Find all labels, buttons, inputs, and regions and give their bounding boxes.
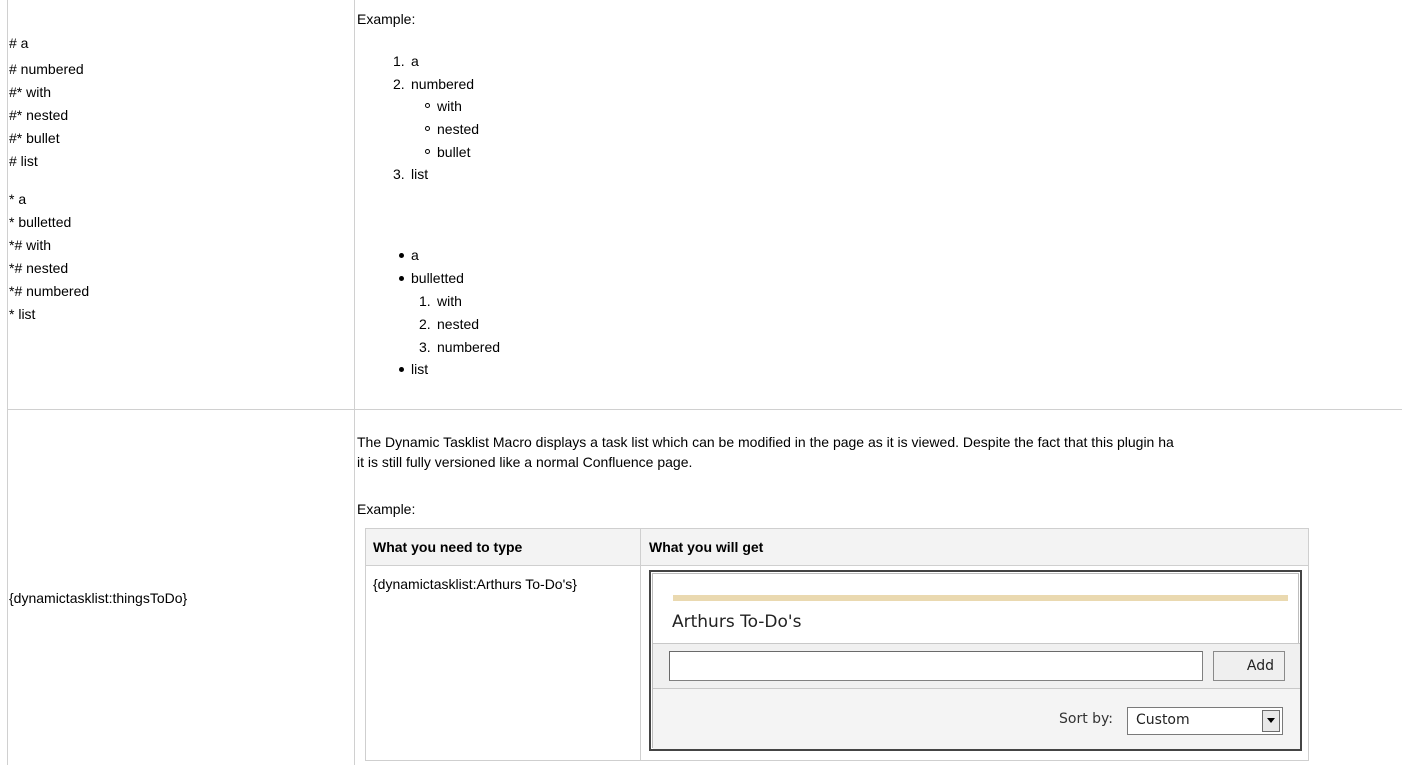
column-header: What you need to type [373,539,523,555]
markup-line: #* nested [9,107,69,123]
list-item: a [411,53,419,69]
markup-line: # a [9,35,29,51]
tasklist-header-bar [673,595,1288,601]
markup-line: * list [9,306,36,322]
markup-line: *# numbered [9,283,90,299]
list-number: 3. [393,166,405,182]
bullet-icon [399,253,404,258]
list-number: 2. [393,76,405,92]
row2-markup: {dynamictasklist:thingsToDo} [9,590,188,606]
markup-line: * bulletted [9,214,72,230]
list-item: bulletted [411,270,464,286]
tasklist-title: Arthurs To-Do's [672,612,802,632]
example-table-column-divider [640,529,641,760]
tasklist-widget: Arthurs To-Do's Add Sort by: Custom [649,570,1302,751]
list-number: 3. [419,339,431,355]
markup-line: *# with [9,237,52,253]
markup-line: # numbered [9,61,84,77]
list-number: 2. [419,316,431,332]
list-item: list [411,361,429,377]
tasklist-panel: Arthurs To-Do's Add Sort by: Custom [652,573,1300,749]
example-label: Example: [357,501,416,517]
column-header: What you will get [649,539,764,555]
markup-line: #* bullet [9,130,60,146]
column-divider [354,0,355,765]
dropdown-arrow-button[interactable] [1262,710,1280,732]
sort-selected-value: Custom [1136,712,1190,728]
list-item: numbered [437,339,501,355]
circle-bullet-icon [425,103,430,108]
markup-line: * a [9,191,27,207]
list-item: with [437,293,462,309]
list-item: nested [437,316,480,332]
list-number: 1. [393,53,405,69]
markup-line: # list [9,153,38,169]
list-item: bullet [437,144,471,160]
add-task-button[interactable]: Add [1213,651,1285,681]
list-item: numbered [411,76,475,92]
circle-bullet-icon [425,149,430,154]
row-divider [7,409,1402,410]
example-label: Example: [357,11,416,27]
bullet-icon [399,276,404,281]
sort-select[interactable]: Custom [1127,707,1283,735]
new-task-input[interactable] [669,651,1203,681]
bullet-icon [399,367,404,372]
description-text: The Dynamic Tasklist Macro displays a ta… [357,434,1174,450]
list-item: with [437,98,462,114]
list-item: a [411,247,419,263]
markup-line: #* with [9,84,52,100]
list-item: nested [437,121,480,137]
list-number: 1. [419,293,431,309]
chevron-down-icon [1267,718,1275,723]
list-item: list [411,166,429,182]
circle-bullet-icon [425,126,430,131]
markup-line: *# nested [9,260,69,276]
table-left-border [7,0,8,765]
description-text: it is still fully versioned like a norma… [357,454,693,470]
table-cell-markup: {dynamictasklist:Arthurs To-Do's} [373,576,577,592]
sort-label: Sort by: [1059,711,1114,727]
